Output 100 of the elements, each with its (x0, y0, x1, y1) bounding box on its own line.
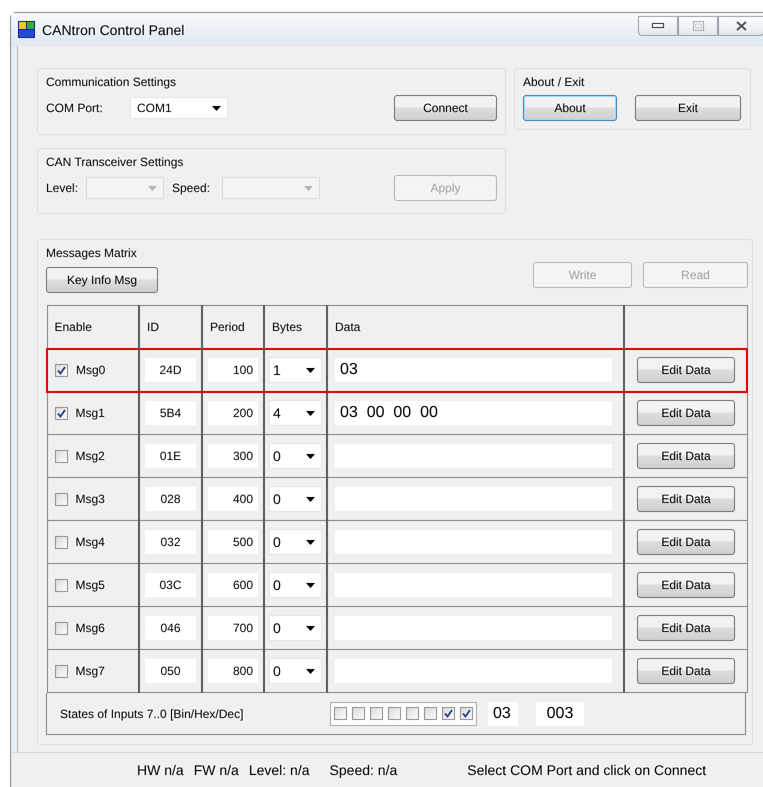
caret-icon (306, 454, 315, 458)
edit-data-button[interactable]: Edit Data (637, 443, 735, 469)
period-field[interactable]: 600 (207, 572, 259, 598)
status-text: Level: n/a (248, 762, 310, 778)
caret-icon (148, 186, 157, 190)
checkbox[interactable] (54, 578, 68, 592)
status-text: HW n/a (137, 762, 184, 778)
edit-data-button[interactable]: Edit Data (637, 400, 735, 426)
edit-data-button[interactable]: Edit Data (637, 658, 735, 684)
checkbox[interactable] (352, 707, 365, 720)
checkbox[interactable] (54, 406, 68, 420)
period-field[interactable]: 700 (207, 615, 259, 641)
column-header: Period (210, 320, 245, 334)
column-header: ID (147, 320, 159, 334)
about-button[interactable]: About (523, 95, 617, 121)
table-row[interactable]: Msg4 032 500 0 Edit Data (47, 520, 747, 564)
exit-button[interactable]: Exit (635, 95, 741, 121)
group-title: About / Exit (523, 75, 586, 89)
caret-icon (306, 626, 315, 630)
checkbox[interactable] (54, 450, 68, 462)
edit-data-button[interactable]: Edit Data (637, 357, 735, 383)
connect-button[interactable]: Connect (394, 95, 497, 121)
table-row[interactable]: Msg1 5B4 200 4 03 00 00 00 Edit Data (47, 392, 747, 434)
bytes-dropdown[interactable]: 0 (269, 615, 322, 641)
bytes-dropdown[interactable]: 4 (269, 400, 322, 426)
checkbox[interactable] (55, 364, 68, 376)
edit-data-button[interactable]: Edit Data (637, 529, 735, 555)
edit-data-button[interactable]: Edit Data (637, 486, 735, 512)
com-port-dropdown[interactable]: COM1 (130, 97, 228, 119)
edit-data-button[interactable]: Edit Data (637, 615, 735, 641)
bytes-dropdown[interactable]: 0 (269, 486, 322, 512)
bytes-dropdown[interactable]: 0 (269, 443, 322, 469)
caret-icon (212, 106, 221, 110)
hex-field[interactable]: 03 (487, 700, 519, 726)
id-field[interactable]: 046 (144, 615, 197, 641)
bytes-dropdown[interactable]: 1 (269, 357, 322, 383)
data-field[interactable]: 03 (334, 357, 613, 383)
table-row[interactable]: Msg3 028 400 0 Edit Data (47, 478, 747, 520)
period-field[interactable]: 500 (207, 529, 259, 555)
caret-icon (306, 668, 315, 674)
id-field[interactable]: 5B4 (144, 400, 197, 426)
period-field[interactable]: 400 (207, 486, 259, 512)
column-header: Enable (54, 320, 92, 334)
group-title: CAN Transceiver Settings (46, 155, 184, 169)
status-text: FW n/a (194, 762, 239, 778)
table-row[interactable]: Msg7 050 800 0 Edit Data (47, 650, 747, 692)
table-row[interactable]: Msg0 24D 100 1 03 Edit Data (47, 348, 747, 392)
field-label: Speed: (172, 181, 210, 195)
period-field[interactable]: 800 (207, 658, 259, 684)
key-info-button[interactable]: Key Info Msg (46, 267, 158, 293)
close-button[interactable] (718, 16, 763, 36)
id-field[interactable]: 050 (144, 658, 197, 684)
message-name: Msg0 (76, 363, 106, 377)
column-header: Bytes (272, 320, 302, 334)
checkbox[interactable] (334, 707, 347, 720)
message-name: Msg6 (76, 621, 105, 635)
edit-data-button[interactable]: Edit Data (637, 572, 735, 598)
minimize-icon (652, 23, 664, 28)
group-title: Messages Matrix (46, 246, 138, 260)
id-field[interactable]: 028 (144, 486, 197, 512)
table-row[interactable]: Msg2 01E 300 0 Edit Data (47, 434, 747, 478)
period-field[interactable]: 200 (207, 400, 259, 426)
column-header: Data (335, 320, 360, 334)
dec-field[interactable]: 003 (535, 700, 585, 726)
checkbox[interactable] (442, 707, 455, 720)
minimize-button[interactable] (638, 16, 678, 36)
checkbox[interactable] (460, 707, 473, 720)
period-field[interactable]: 300 (207, 443, 259, 469)
status-text: Speed: n/a (330, 762, 398, 778)
checkbox[interactable] (54, 664, 68, 678)
window-title: CANtron Control Panel (42, 22, 184, 38)
caret-icon (306, 540, 315, 544)
bytes-dropdown[interactable]: 0 (269, 529, 322, 555)
table-row[interactable]: Msg6 046 700 0 Edit Data (47, 606, 747, 650)
check-icon (57, 366, 66, 374)
id-field[interactable]: 032 (144, 529, 197, 555)
table-row[interactable]: Msg5 03C 600 0 Edit Data (47, 564, 747, 606)
checkbox[interactable] (54, 622, 68, 634)
message-name: Msg7 (76, 664, 105, 678)
checkbox[interactable] (406, 707, 419, 720)
checkbox[interactable] (54, 536, 68, 548)
caret-icon (306, 410, 315, 416)
id-field[interactable]: 01E (144, 443, 197, 469)
checkbox[interactable] (370, 707, 383, 720)
caret-icon (304, 186, 314, 190)
message-name: Msg3 (76, 492, 105, 506)
data-field[interactable]: 03 00 00 00 (334, 400, 613, 426)
bytes-dropdown[interactable]: 0 (269, 572, 322, 598)
checkbox[interactable] (424, 707, 437, 720)
id-field[interactable]: 03C (144, 572, 197, 598)
bytes-dropdown[interactable]: 0 (269, 658, 322, 684)
message-name: Msg1 (76, 406, 105, 420)
checkbox[interactable] (388, 707, 401, 720)
group-title: Communication Settings (46, 75, 178, 89)
id-field[interactable]: 24D (144, 357, 197, 383)
period-field[interactable]: 100 (207, 357, 259, 383)
checkbox[interactable] (54, 492, 68, 506)
inputs-label: States of Inputs 7..0 [Bin/Hex/Dec] (60, 706, 244, 720)
close-icon (736, 20, 746, 30)
maximize-icon (692, 20, 704, 30)
